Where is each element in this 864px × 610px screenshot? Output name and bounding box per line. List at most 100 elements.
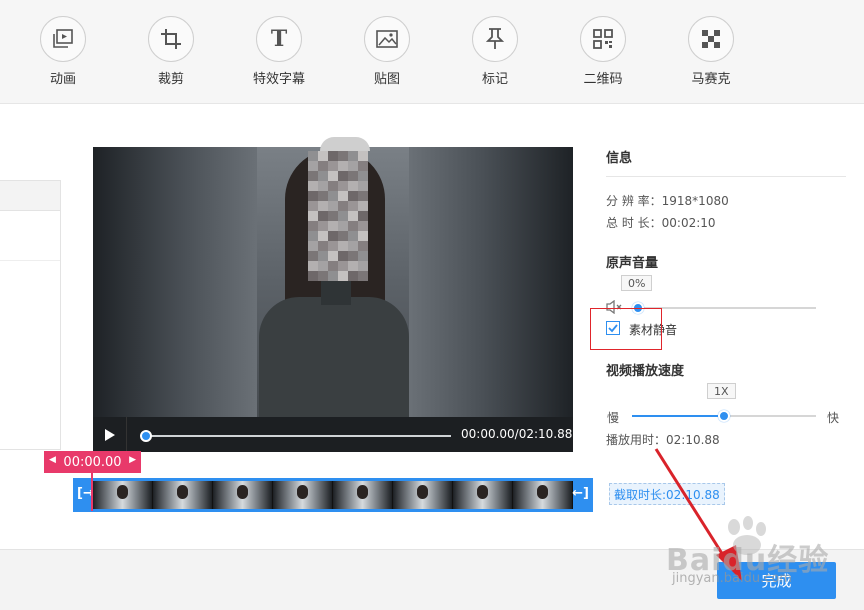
tool-mosaic[interactable]: 马赛克 [671, 16, 751, 87]
mosaic-block [348, 251, 358, 261]
mosaic-block [308, 261, 318, 271]
mosaic-block [328, 241, 338, 251]
baidu-watermark: Baidu经验 jingyan.baidu.com [664, 515, 864, 595]
left-panel-row[interactable] [0, 211, 60, 261]
play-button[interactable] [93, 417, 127, 452]
film-frame [513, 481, 573, 509]
mosaic-block [358, 271, 368, 281]
speed-value-box: 1X [707, 383, 736, 399]
resolution-value: 1918*1080 [661, 194, 729, 208]
left-panel-header [0, 181, 60, 211]
mosaic-block [308, 191, 318, 201]
mosaic-block [338, 211, 348, 221]
mosaic-block [318, 241, 328, 251]
mosaic-block [338, 251, 348, 261]
video-preview[interactable]: 00:00.00/02:10.88 [93, 147, 573, 452]
mosaic-block [328, 221, 338, 231]
mosaic-block [358, 211, 368, 221]
start-time-marker[interactable]: ◀ 00:00.00 ▶ [44, 451, 141, 473]
mosaic-block [338, 191, 348, 201]
mosaic-block [328, 201, 338, 211]
mosaic-block [328, 231, 338, 241]
mosaic-block [328, 181, 338, 191]
mosaic-block [318, 271, 328, 281]
playhead-line[interactable] [91, 473, 93, 511]
speed-slider-fill [632, 415, 718, 417]
left-panel [0, 180, 61, 450]
progress-knob[interactable] [140, 430, 152, 442]
mosaic-block [338, 201, 348, 211]
mosaic-block [318, 251, 328, 261]
video-subject-head-top [320, 137, 370, 151]
speed-slider-knob[interactable] [718, 410, 730, 422]
filmstrip[interactable]: [→ ←] [73, 478, 593, 512]
mosaic-block [348, 201, 358, 211]
mosaic-block [318, 201, 328, 211]
tool-qrcode[interactable]: 二维码 [563, 16, 643, 87]
mosaic-block [358, 191, 368, 201]
arrow-right-icon[interactable]: ▶ [129, 455, 136, 465]
pin-icon [472, 16, 518, 62]
mosaic-block [318, 261, 328, 271]
tool-mosaic-label: 马赛克 [691, 72, 731, 87]
image-icon [364, 16, 410, 62]
mosaic-block [338, 151, 348, 161]
mosaic-block [348, 241, 358, 251]
film-frame [213, 481, 273, 509]
info-divider [606, 176, 846, 177]
mosaic-block [328, 191, 338, 201]
mosaic-block [308, 201, 318, 211]
video-blur-right [408, 147, 573, 417]
duration-value: 00:02:10 [661, 216, 716, 230]
film-frame [333, 481, 393, 509]
mosaic-block [348, 161, 358, 171]
mosaic-block [348, 181, 358, 191]
mosaic-block [318, 231, 328, 241]
mosaic-block [338, 241, 348, 251]
mosaic-block [338, 161, 348, 171]
mosaic-block [318, 221, 328, 231]
filmstrip-frames [93, 481, 573, 509]
mosaic-block [348, 191, 358, 201]
tool-animation[interactable]: 动画 [23, 16, 103, 87]
trim-end-icon[interactable]: ←] [572, 486, 589, 501]
tool-animation-label: 动画 [49, 72, 76, 87]
mosaic-block [348, 271, 358, 281]
play-icon [104, 428, 115, 441]
video-blur-left [93, 147, 258, 417]
text-icon: T [256, 16, 302, 62]
resolution-row: 分 辨 率：1918*1080 [606, 192, 729, 209]
mosaic-block [308, 231, 318, 241]
mosaic-block [328, 261, 338, 271]
mosaic-block [328, 251, 338, 261]
mosaic-block [328, 271, 338, 281]
mosaic-block [318, 211, 328, 221]
mosaic-block [318, 181, 328, 191]
duration-row: 总 时 长：00:02:10 [606, 214, 716, 231]
mosaic-block [358, 201, 368, 211]
mosaic-block [348, 151, 358, 161]
tool-sticker[interactable]: 贴图 [347, 16, 427, 87]
mosaic-block [358, 181, 368, 191]
volume-value-box: 0% [621, 275, 653, 291]
fast-label: 快 [827, 411, 840, 425]
toolbar: 动画 裁剪 T 特效字幕 贴图 标记 二维码 马赛克 [0, 0, 864, 104]
start-time-label: 00:00.00 [63, 454, 122, 470]
volume-title: 原声音量 [606, 256, 659, 271]
tool-text-effect[interactable]: T 特效字幕 [239, 16, 319, 87]
tool-crop[interactable]: 裁剪 [131, 16, 211, 87]
progress-track[interactable] [145, 435, 451, 437]
mosaic-block [308, 251, 318, 261]
watermark-url: jingyan.baidu.com [672, 571, 792, 586]
mosaic-block [358, 241, 368, 251]
arrow-left-icon[interactable]: ◀ [49, 455, 56, 465]
mosaic-icon [688, 16, 734, 62]
film-frame [153, 481, 213, 509]
tool-marker[interactable]: 标记 [455, 16, 535, 87]
crop-icon [148, 16, 194, 62]
mosaic-block [308, 161, 318, 171]
mosaic-block [318, 171, 328, 181]
mosaic-block [318, 161, 328, 171]
mosaic-block [338, 221, 348, 231]
mosaic-block [358, 231, 368, 241]
